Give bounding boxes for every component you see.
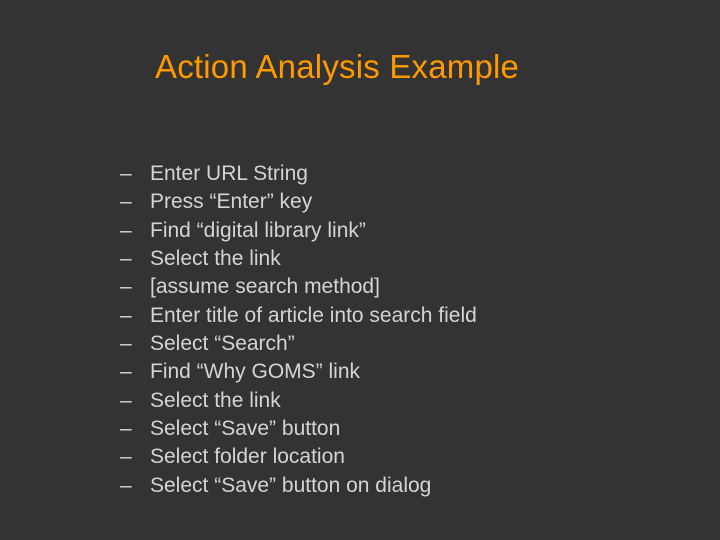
list-item: –Enter URL String — [120, 160, 477, 188]
list-item-text: Select the link — [150, 387, 281, 415]
bullet-dash: – — [120, 217, 150, 245]
bullet-dash: – — [120, 472, 150, 500]
list-item-text: Select “Save” button — [150, 415, 340, 443]
list-item: –Find “digital library link” — [120, 217, 477, 245]
list-item: –Select “Save” button on dialog — [120, 472, 477, 500]
bullet-dash: – — [120, 273, 150, 301]
list-item-text: Press “Enter” key — [150, 188, 312, 216]
bullet-dash: – — [120, 245, 150, 273]
list-item-text: Find “digital library link” — [150, 217, 366, 245]
bullet-dash: – — [120, 387, 150, 415]
bullet-dash: – — [120, 330, 150, 358]
slide: Action Analysis Example –Enter URL Strin… — [0, 0, 720, 540]
list-item-text: [assume search method] — [150, 273, 380, 301]
action-list: –Enter URL String–Press “Enter” key–Find… — [120, 160, 477, 500]
list-item-text: Select “Search” — [150, 330, 295, 358]
list-item: –Enter title of article into search fiel… — [120, 302, 477, 330]
list-item-text: Enter title of article into search field — [150, 302, 477, 330]
bullet-dash: – — [120, 302, 150, 330]
list-item-text: Enter URL String — [150, 160, 308, 188]
list-item: –Find “Why GOMS” link — [120, 358, 477, 386]
list-item: –Select the link — [120, 245, 477, 273]
list-item-text: Select “Save” button on dialog — [150, 472, 431, 500]
list-item: –Select “Save” button — [120, 415, 477, 443]
list-item-text: Find “Why GOMS” link — [150, 358, 360, 386]
bullet-dash: – — [120, 358, 150, 386]
list-item: –Select folder location — [120, 443, 477, 471]
list-item-text: Select folder location — [150, 443, 345, 471]
bullet-dash: – — [120, 188, 150, 216]
list-item: –Select “Search” — [120, 330, 477, 358]
bullet-dash: – — [120, 160, 150, 188]
list-item: –Select the link — [120, 387, 477, 415]
list-item: –[assume search method] — [120, 273, 477, 301]
slide-title: Action Analysis Example — [155, 48, 519, 86]
bullet-dash: – — [120, 415, 150, 443]
list-item: –Press “Enter” key — [120, 188, 477, 216]
list-item-text: Select the link — [150, 245, 281, 273]
bullet-dash: – — [120, 443, 150, 471]
